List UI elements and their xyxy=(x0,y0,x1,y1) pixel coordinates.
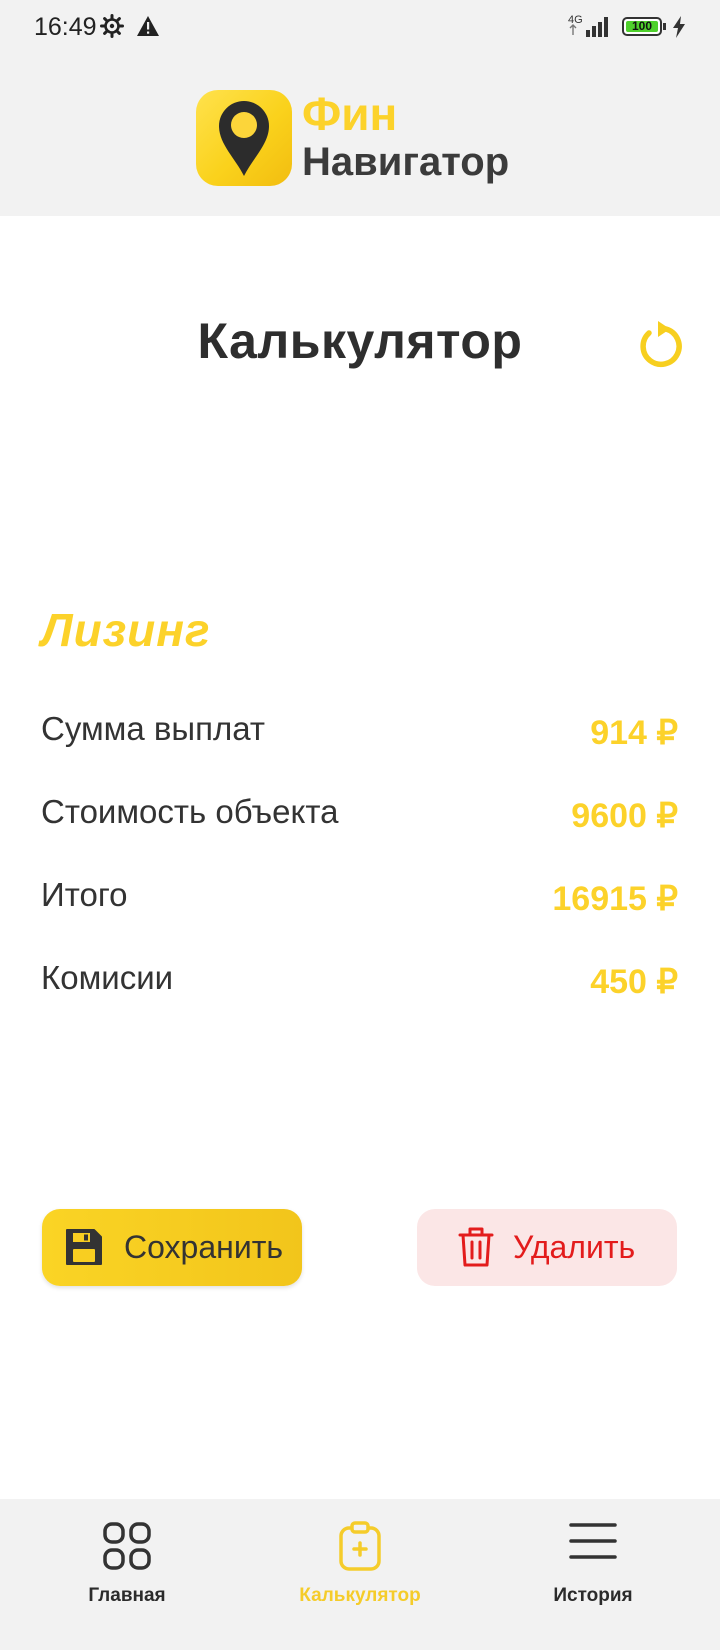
row-value: 450 ₽ xyxy=(590,963,678,1001)
row-label: Стоимость объекта xyxy=(41,793,339,830)
page-title: Калькулятор xyxy=(197,313,523,369)
menu-icon xyxy=(569,1521,617,1566)
logo-word-fin: Фин xyxy=(302,88,398,140)
delete-button[interactable]: Удалить xyxy=(417,1209,677,1286)
clipboard-plus-icon xyxy=(337,1521,383,1576)
save-button[interactable]: Сохранить xyxy=(42,1209,302,1286)
nav-label-calculator: Калькулятор xyxy=(299,1585,421,1606)
row-value: 914 ₽ xyxy=(590,714,678,752)
trash-icon xyxy=(457,1225,495,1274)
battery-icon: 100 xyxy=(622,17,666,36)
row-value: 16915 ₽ xyxy=(552,880,678,918)
delete-button-label: Удалить xyxy=(513,1229,636,1265)
result-row-payments: Сумма выплат 914 ₽ xyxy=(41,710,678,760)
status-time: 16:49 xyxy=(34,13,97,41)
app-header: Фин Навигатор xyxy=(0,56,720,216)
save-button-label: Сохранить xyxy=(124,1229,284,1265)
nav-item-home[interactable]: Главная xyxy=(7,1499,247,1650)
nav-label-history: История xyxy=(553,1585,633,1606)
network-type: 4G xyxy=(568,14,583,26)
result-row-total: Итого 16915 ₽ xyxy=(41,876,678,926)
row-label: Итого xyxy=(41,876,128,913)
row-value: 9600 ₽ xyxy=(571,797,678,835)
grid-icon xyxy=(102,1521,152,1576)
section-title: Лизинг xyxy=(41,604,211,656)
nav-item-history[interactable]: История xyxy=(473,1499,713,1650)
row-label: Сумма выплат xyxy=(41,710,265,747)
bottom-navigation: Главная Калькулятор История xyxy=(0,1499,720,1650)
signal-icon: 4G xyxy=(568,13,614,44)
result-row-object-cost: Стоимость объекта 9600 ₽ xyxy=(41,793,678,843)
status-bar: 16:49 4G 100 xyxy=(0,0,720,56)
charging-icon xyxy=(672,16,686,43)
logo xyxy=(196,90,292,186)
gear-icon xyxy=(100,14,124,43)
alert-icon xyxy=(136,15,160,42)
row-label: Комисии xyxy=(41,959,174,996)
map-pin-icon xyxy=(217,100,271,183)
nav-label-home: Главная xyxy=(88,1585,166,1606)
floppy-disk-icon xyxy=(64,1227,104,1272)
battery-level: 100 xyxy=(626,20,658,32)
logo-word-navigator: Навигатор xyxy=(302,140,510,184)
nav-item-calculator[interactable]: Калькулятор xyxy=(240,1499,480,1650)
refresh-icon[interactable] xyxy=(636,320,682,375)
result-row-fees: Комисии 450 ₽ xyxy=(41,959,678,1009)
